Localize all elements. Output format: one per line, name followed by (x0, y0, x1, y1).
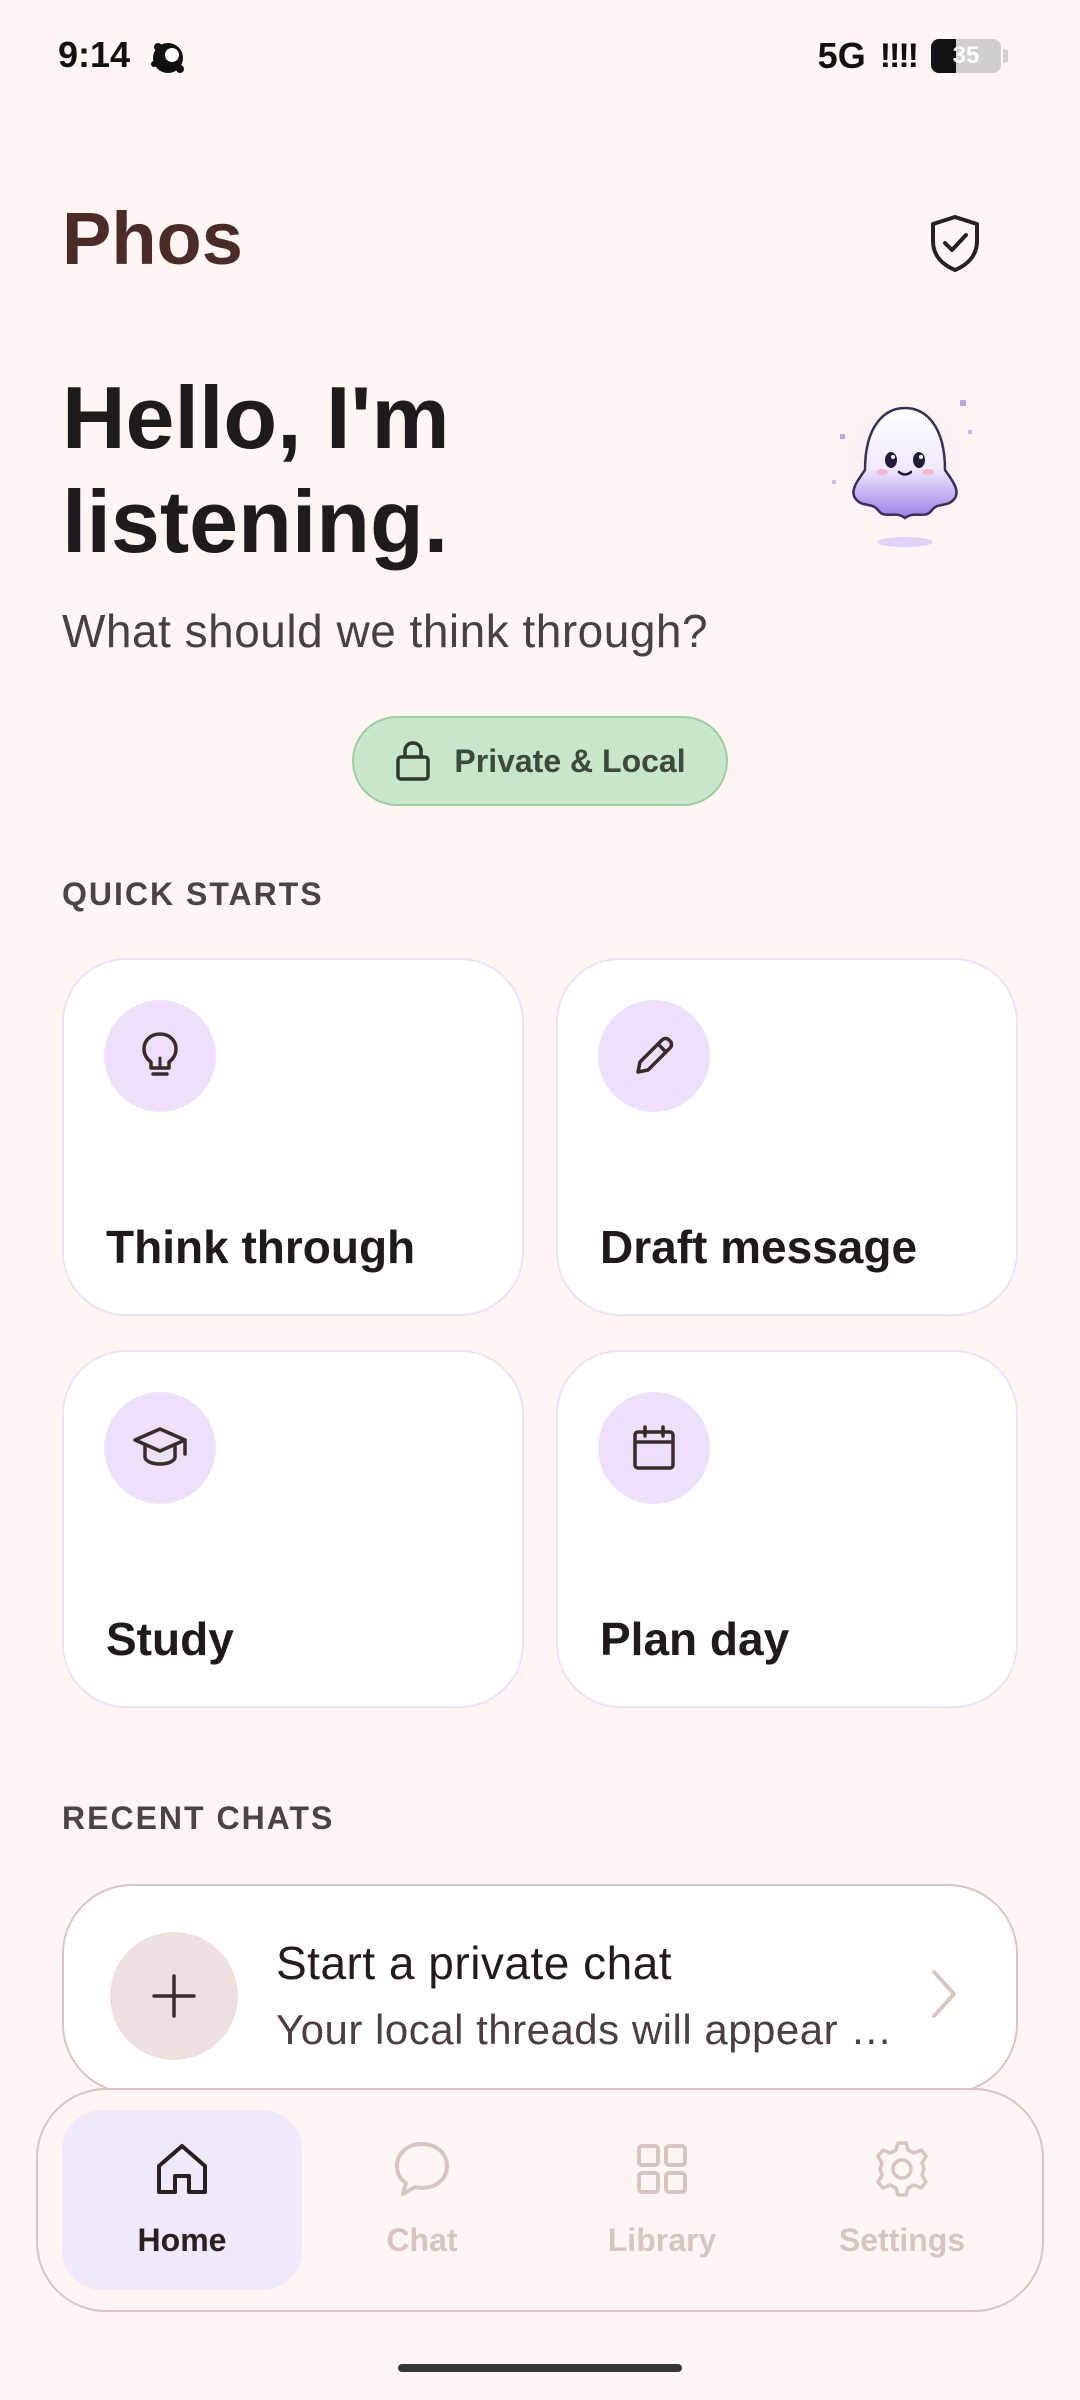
new-chat-title: Start a private chat (276, 1937, 673, 1989)
quick-start-plan-day[interactable]: Plan day (556, 1350, 1018, 1708)
grid-icon (637, 2144, 687, 2194)
private-local-chip[interactable]: Private & Local (352, 716, 728, 806)
bottom-navigation: Home Chat Library Settings (36, 2088, 1044, 2312)
plus-icon (152, 1974, 196, 2018)
battery-icon: 35 (931, 39, 1001, 73)
privacy-shield-button[interactable] (922, 210, 988, 276)
new-chat-subtitle: Your local threads will appear here (276, 2006, 916, 2053)
recent-chats-heading: RECENT CHATS (62, 1800, 335, 1836)
chevron-right-icon (932, 1970, 956, 2018)
nav-library-label: Library (607, 2222, 717, 2258)
nav-home-label: Home (137, 2222, 227, 2258)
nav-settings[interactable]: Settings (782, 2110, 1022, 2290)
nav-chat-label: Chat (386, 2222, 458, 2258)
hero-subtitle: What should we think through? (62, 605, 709, 657)
shield-check-icon (931, 215, 979, 272)
graduation-cap-icon (133, 1427, 187, 1466)
home-screen: 9:14 5G !!!! 35 Phos Hello, I'm listenin… (0, 0, 1080, 2400)
calendar-icon (633, 1425, 675, 1470)
nav-chat[interactable]: Chat (302, 2110, 542, 2290)
quick-starts-heading: QUICK STARTS (62, 876, 324, 912)
quick-start-think-through[interactable]: Think through (62, 958, 524, 1316)
pencil-icon (636, 1036, 674, 1074)
status-indicators: 5G !!!! 35 (818, 34, 1008, 78)
nav-settings-label: Settings (838, 2222, 966, 2258)
nav-library[interactable]: Library (542, 2110, 782, 2290)
lightbulb-icon (142, 1032, 178, 1076)
lock-icon (396, 741, 431, 781)
quick-start-study[interactable]: Study (62, 1350, 524, 1708)
ghost-mascot (821, 381, 989, 549)
home-icon (157, 2144, 207, 2194)
status-bar: 9:14 5G !!!! 35 (0, 0, 1080, 120)
app-notification-icon (151, 43, 184, 73)
signal-icon: !!!! (879, 36, 919, 75)
card-label: Think through (106, 1221, 416, 1273)
card-label: Study (106, 1613, 234, 1665)
chat-bubble-icon (395, 2142, 449, 2196)
nav-home[interactable]: Home (62, 2110, 302, 2290)
card-icon-container (104, 1000, 216, 1112)
battery-level: 35 (952, 42, 980, 69)
private-local-label: Private & Local (454, 742, 686, 779)
plus-button (110, 1932, 238, 2060)
start-private-chat-card[interactable]: Start a private chat Your local threads … (62, 1884, 1018, 2094)
battery-cap (1003, 49, 1008, 63)
network-type: 5G (817, 35, 866, 76)
app-title: Phos (62, 197, 243, 280)
quick-start-draft-message[interactable]: Draft message (556, 958, 1018, 1316)
status-time: 9:14 (58, 34, 131, 75)
card-label: Plan day (600, 1613, 790, 1665)
card-icon-container (598, 1392, 710, 1504)
card-icon-container (104, 1392, 216, 1504)
hero-title: Hello, I'm listening. (62, 368, 450, 571)
home-indicator[interactable] (398, 2364, 682, 2372)
gear-icon (876, 2141, 928, 2197)
card-icon-container (598, 1000, 710, 1112)
card-label: Draft message (600, 1221, 918, 1273)
